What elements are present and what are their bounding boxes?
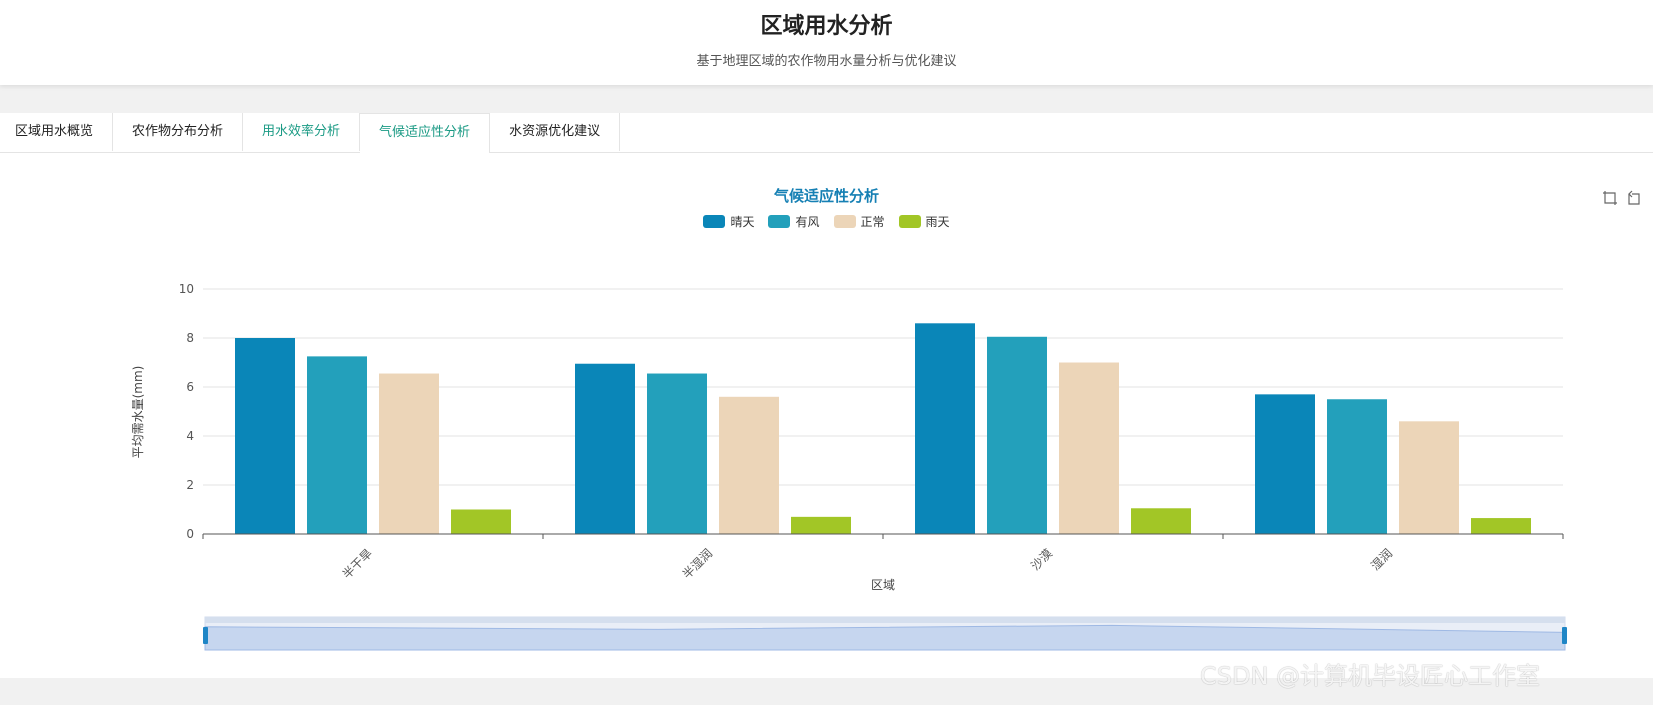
bar [719, 396, 779, 534]
bar [379, 373, 439, 534]
y-axis-label: 平均需水量(mm) [131, 366, 145, 459]
y-tick-label: 2 [186, 478, 194, 492]
bar [647, 373, 707, 534]
bar [575, 363, 635, 534]
x-tick-label: 半湿润 [679, 546, 715, 582]
bar [791, 516, 851, 534]
y-tick-label: 4 [186, 429, 194, 443]
datazoom-preview [204, 624, 1566, 651]
bar [1255, 394, 1315, 534]
datazoom-handle-right [1562, 627, 1567, 644]
x-tick-label: 半干旱 [340, 546, 375, 581]
bar [451, 509, 511, 534]
y-tick-label: 6 [186, 380, 194, 394]
bar [1471, 518, 1531, 534]
bar [307, 356, 367, 534]
x-axis-label: 区域 [871, 578, 895, 592]
datazoom-top-bar [205, 617, 1565, 623]
datazoom-handle-left [203, 627, 208, 644]
bar [987, 336, 1047, 534]
y-tick-label: 10 [179, 282, 194, 296]
bar [235, 338, 295, 534]
y-tick-label: 8 [186, 331, 194, 345]
bars-layer [235, 323, 1531, 534]
y-tick-label: 0 [186, 527, 194, 541]
watermark: CSDN @计算机毕设匠心工作室 [1200, 662, 1541, 690]
bar [915, 323, 975, 534]
datazoom-slider[interactable] [203, 616, 1567, 651]
bar [1399, 421, 1459, 534]
x-tick-label: 湿润 [1368, 546, 1396, 574]
x-tick-label: 沙漠 [1028, 546, 1055, 573]
bar-chart: 0 2 4 6 8 10 半干旱 半湿润 沙漠 湿润 平均需水量(mm) 区域 [131, 282, 1567, 651]
bar [1059, 362, 1119, 534]
bar [1327, 399, 1387, 534]
bar [1131, 508, 1191, 534]
